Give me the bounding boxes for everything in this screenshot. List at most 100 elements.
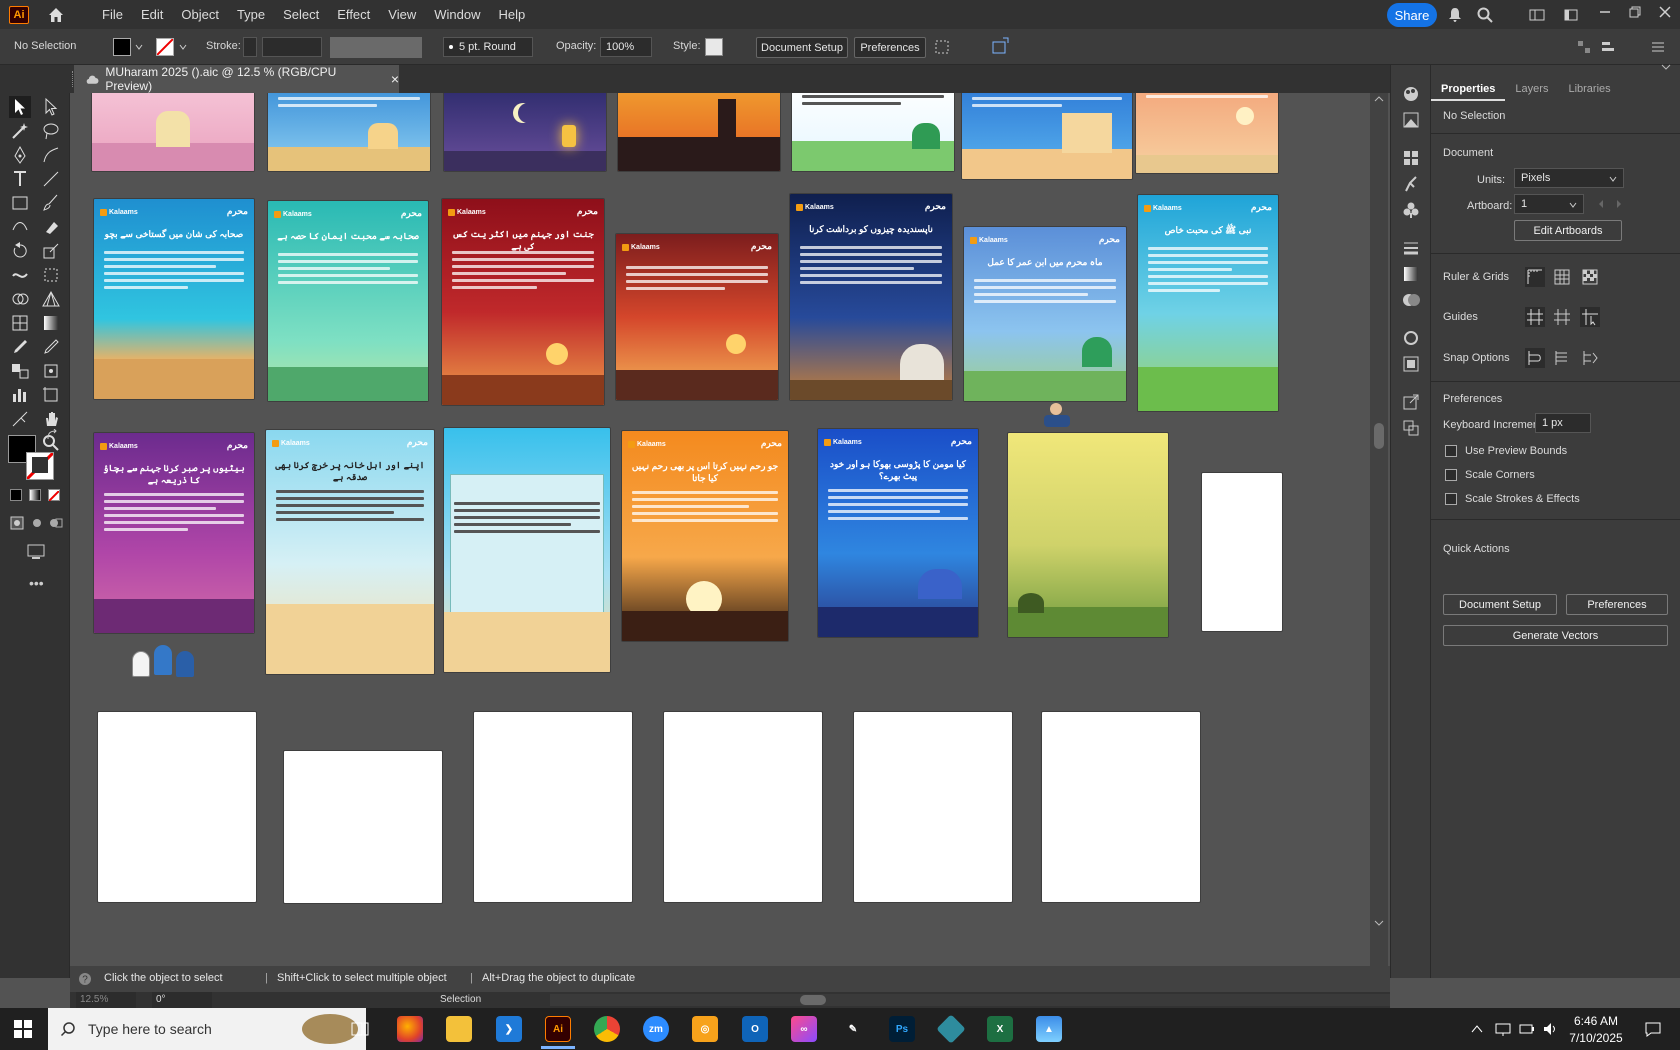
artboard[interactable] — [268, 93, 430, 171]
previous-artboard-icon[interactable] — [1597, 199, 1605, 209]
artboard[interactable] — [284, 751, 442, 903]
menu-type[interactable]: Type — [228, 7, 274, 22]
draw-inside-icon[interactable] — [48, 515, 64, 531]
snap-to-grid-icon[interactable] — [1551, 347, 1573, 369]
paintbrush-tool-icon[interactable] — [40, 192, 62, 214]
chevron-up-icon[interactable] — [1470, 1022, 1484, 1036]
photos-icon[interactable]: ▲ — [1036, 1016, 1062, 1042]
horizontal-scrollbar[interactable] — [550, 994, 1390, 1006]
artboard[interactable]: Kalaams محرم اپنے اور اہل خانہ پر خرچ کرن… — [266, 430, 434, 674]
align-icon[interactable] — [933, 38, 951, 56]
align-objects-icon[interactable] — [1600, 39, 1616, 55]
excel-icon[interactable]: X — [987, 1016, 1013, 1042]
image-trace-icon[interactable] — [1400, 109, 1422, 131]
artboard[interactable] — [792, 93, 954, 171]
artboard[interactable]: Kalaams محرم جنت اور جہنم میں اکثر یت کس … — [442, 199, 604, 405]
direct-selection-tool-icon[interactable] — [40, 96, 62, 118]
h-scroll-thumb[interactable] — [800, 995, 826, 1005]
artboard[interactable]: Kalaams محرم کیا مومن کا پڑوسی بھوکا ہو ا… — [818, 429, 978, 637]
swap-colors-icon[interactable] — [46, 429, 58, 441]
preferences-button[interactable]: Preferences — [854, 37, 926, 58]
eyedropper-tool-icon[interactable] — [9, 336, 31, 358]
windows-start-icon[interactable] — [14, 1020, 32, 1038]
canvas[interactable]: Kalaams محرم صحابہ کی شان میں گستاخی سے ب… — [70, 93, 1370, 966]
brushes-icon[interactable] — [1400, 173, 1422, 195]
artboard[interactable] — [664, 712, 822, 902]
pen-app-icon[interactable]: ✎ — [840, 1016, 866, 1042]
firefox-icon[interactable] — [397, 1016, 423, 1042]
lock-guides-icon[interactable] — [1551, 306, 1573, 328]
artboard[interactable] — [92, 93, 254, 171]
perspective-grid-tool-icon[interactable] — [40, 288, 62, 310]
draw-behind-icon[interactable] — [29, 515, 45, 531]
more-tools-icon[interactable]: ••• — [29, 575, 44, 591]
artboard[interactable] — [962, 93, 1132, 179]
slice-tool-icon[interactable] — [9, 408, 31, 430]
character-figure[interactable] — [1042, 403, 1072, 429]
menu-object[interactable]: Object — [172, 7, 228, 22]
mesh-tool-icon[interactable] — [9, 312, 31, 334]
color-mode-icon[interactable] — [10, 489, 22, 501]
measure-tool-icon[interactable] — [40, 336, 62, 358]
warp-tool-icon[interactable] — [9, 264, 31, 286]
rotate-tool-icon[interactable] — [9, 240, 31, 262]
edit-artboards-button[interactable]: Edit Artboards — [1514, 220, 1622, 241]
generate-vectors-button[interactable]: Generate Vectors — [1443, 625, 1668, 646]
home-icon[interactable] — [47, 6, 65, 24]
share-button[interactable]: Share — [1387, 3, 1437, 27]
characters-group[interactable] — [130, 641, 200, 679]
curvature-tool-icon[interactable] — [40, 144, 62, 166]
keyboard-increment-input[interactable]: 1 px — [1535, 413, 1591, 433]
hand-tool-icon[interactable] — [40, 408, 62, 430]
artboard[interactable] — [474, 712, 632, 902]
clock-date[interactable]: 7/10/2025 — [1566, 1031, 1626, 1045]
arrange-icon[interactable] — [1562, 6, 1580, 24]
document-setup-button[interactable]: Document Setup — [1443, 594, 1557, 615]
artboard[interactable]: Kalaams محرم نبی ﷺ کی محبت خاص — [1138, 195, 1278, 411]
network-icon[interactable] — [1494, 1020, 1512, 1038]
artboard[interactable] — [444, 428, 610, 672]
pen-tool-icon[interactable] — [9, 144, 31, 166]
gradient-mode-icon[interactable] — [29, 489, 41, 501]
artboard[interactable] — [618, 93, 780, 171]
artboard-select[interactable]: 1 — [1514, 194, 1584, 214]
rotation-field[interactable]: 0° — [152, 992, 212, 1008]
close-window-icon[interactable] — [1656, 3, 1674, 21]
photoshop-icon[interactable]: Ps — [889, 1016, 915, 1042]
zoom-field[interactable]: 12.5% — [76, 992, 136, 1008]
menu-help[interactable]: Help — [489, 7, 534, 22]
artboard[interactable]: Kalaams محرم بیٹیوں پر صبر کرنا جہنم سے ب… — [94, 433, 254, 633]
next-artboard-icon[interactable] — [1615, 199, 1623, 209]
minimize-icon[interactable] — [1596, 3, 1614, 21]
transparency-icon[interactable] — [1400, 289, 1422, 311]
type-tool-icon[interactable] — [9, 168, 31, 190]
menu-effect[interactable]: Effect — [328, 7, 379, 22]
artboard[interactable] — [1042, 712, 1200, 902]
artboard[interactable]: Kalaams محرم صحابہ کی شان میں گستاخی سے ب… — [94, 199, 254, 399]
recolor-icon[interactable] — [990, 36, 1010, 56]
artboard[interactable] — [98, 712, 256, 902]
notifications-icon[interactable] — [1644, 1020, 1662, 1038]
show-guides-icon[interactable] — [1524, 306, 1546, 328]
menu-window[interactable]: Window — [425, 7, 489, 22]
chrome-icon[interactable] — [594, 1016, 620, 1042]
collapse-panel-icon[interactable] — [1659, 63, 1673, 73]
menu-select[interactable]: Select — [274, 7, 328, 22]
artboard-tool-icon[interactable] — [40, 384, 62, 406]
scroll-thumb[interactable] — [1374, 423, 1384, 449]
graphic-styles-icon[interactable] — [1400, 353, 1422, 375]
scroll-up-icon[interactable] — [1374, 95, 1384, 103]
stroke-weight-input[interactable] — [262, 37, 322, 57]
vertical-scrollbar[interactable] — [1370, 93, 1388, 966]
brush-select[interactable]: 5 pt. Round — [443, 37, 533, 57]
workspace-icon[interactable] — [1528, 6, 1546, 24]
color-panel-icon[interactable] — [1400, 83, 1422, 105]
lasso-tool-icon[interactable] — [40, 120, 62, 142]
illustrator-taskbar-icon[interactable]: Ai — [545, 1016, 571, 1042]
file-explorer-icon[interactable] — [446, 1016, 472, 1042]
snap-to-point-icon[interactable] — [1524, 347, 1546, 369]
close-tab-icon[interactable]: × — [391, 71, 399, 87]
artboard[interactable] — [1008, 433, 1168, 637]
menu-file[interactable]: File — [93, 7, 132, 22]
swatches-icon[interactable] — [1400, 147, 1422, 169]
